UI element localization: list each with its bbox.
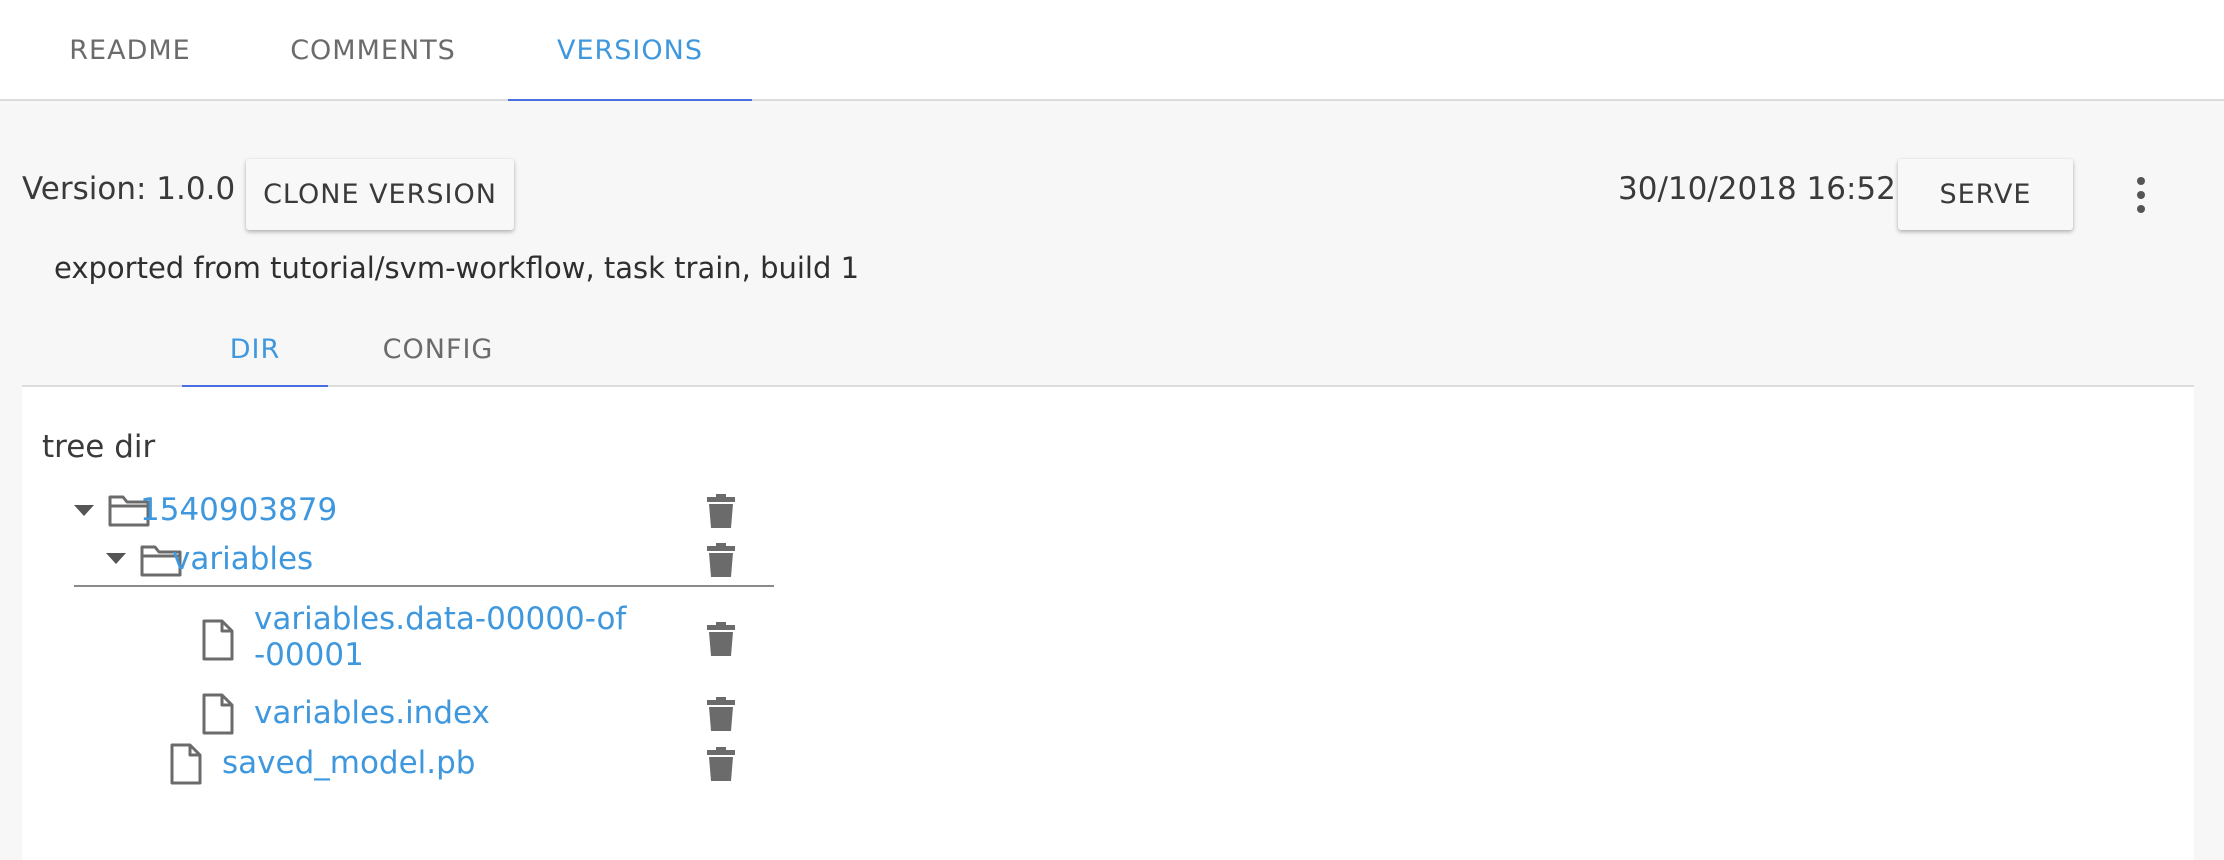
tree-node-folder[interactable]: 1540903879 [74,485,774,535]
tree-node-label[interactable]: saved_model.pb [222,745,475,781]
tree-node-label[interactable]: 1540903879 [140,492,337,528]
tab-dir[interactable]: DIR [182,311,328,389]
tree-node-file[interactable]: variables.index [74,691,774,741]
tab-comments-label: COMMENTS [290,35,456,66]
serve-button[interactable]: SERVE [1898,159,2073,230]
tree-node-file[interactable]: variables.data-00000-of -00001 [74,601,774,681]
tab-readme-label: README [69,35,191,66]
tree-node-label[interactable]: variables [172,541,313,577]
trash-icon[interactable] [706,542,736,578]
more-vert-icon [2137,177,2145,185]
clone-version-button[interactable]: CLONE VERSION [246,159,514,230]
tab-comments[interactable]: COMMENTS [256,0,490,101]
trash-icon[interactable] [706,493,736,529]
version-date: 30/10/2018 16:52 [1618,171,1896,207]
caret-down-icon[interactable] [106,553,126,564]
tab-dir-label: DIR [229,333,281,365]
tree-node-label-continued[interactable]: -00001 [254,637,364,673]
tree-node-file[interactable]: saved_model.pb [74,741,774,791]
file-icon [202,693,234,735]
tab-versions-label: VERSIONS [557,35,703,66]
trash-icon[interactable] [706,621,736,657]
tree-title: tree dir [42,429,156,465]
tree-node-label[interactable]: variables.data-00000-of [254,601,626,637]
more-vert-icon-dot [2137,205,2145,213]
top-tab-bar: README COMMENTS VERSIONS [0,0,2224,103]
version-label: Version: 1.0.0 [22,171,236,207]
sub-tab-bar: DIR CONFIG [22,311,2194,389]
dir-content: tree dir 1540903879 variables variables.… [22,387,2194,860]
tree-node-label[interactable]: variables.index [254,695,490,731]
tab-versions[interactable]: VERSIONS [508,0,752,103]
file-icon [202,619,234,661]
version-panel: Version: 1.0.0 CLONE VERSION 30/10/2018 … [0,101,2224,860]
tab-config[interactable]: CONFIG [354,311,522,387]
trash-icon[interactable] [706,746,736,782]
more-vert-icon-dot [2137,191,2145,199]
tab-config-label: CONFIG [382,333,494,365]
file-icon [170,743,202,785]
tab-readme[interactable]: README [34,0,226,101]
trash-icon[interactable] [706,696,736,732]
caret-down-icon[interactable] [74,505,94,516]
tree-node-folder-selected[interactable]: variables [74,537,774,587]
version-description: exported from tutorial/svm-workflow, tas… [54,251,860,285]
more-options-button[interactable] [2126,167,2156,223]
